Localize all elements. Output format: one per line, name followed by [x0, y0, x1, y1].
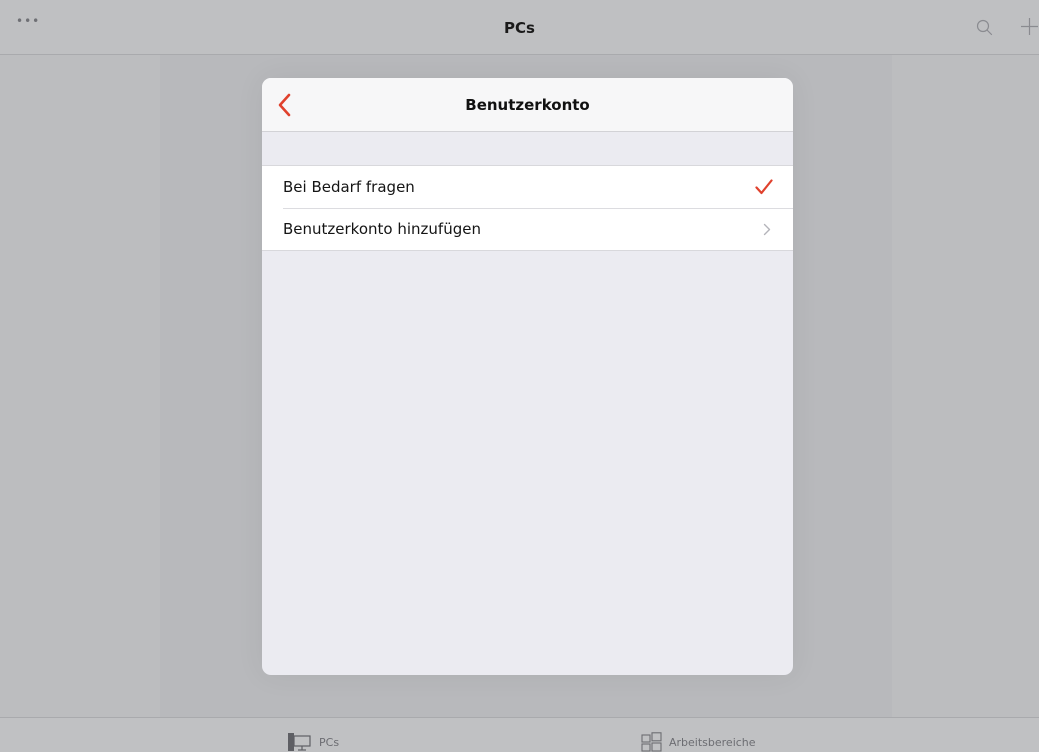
sheet-header: Benutzerkonto	[262, 78, 793, 132]
tab-workspaces[interactable]: Arbeitsbereiche	[641, 732, 756, 752]
chevron-right-icon	[763, 223, 771, 236]
user-account-sheet: Benutzerkonto Bei Bedarf fragen Benutzer…	[262, 78, 793, 675]
plus-icon[interactable]	[1020, 17, 1039, 36]
sheet-title: Benutzerkonto	[465, 96, 590, 114]
option-label: Benutzerkonto hinzufügen	[283, 220, 481, 238]
option-add-user-account[interactable]: Benutzerkonto hinzufügen	[262, 208, 793, 250]
account-options-list: Bei Bedarf fragen Benutzerkonto hinzufüg…	[262, 165, 793, 251]
search-icon[interactable]	[976, 19, 993, 36]
workspaces-icon	[641, 732, 662, 752]
tab-workspaces-label: Arbeitsbereiche	[669, 735, 756, 749]
tab-bar: PCs Arbeitsbereiche	[0, 717, 1039, 752]
tab-pcs[interactable]: PCs	[287, 732, 339, 752]
option-label: Bei Bedarf fragen	[283, 178, 415, 196]
checkmark-icon	[755, 179, 773, 195]
tab-pcs-label: PCs	[319, 735, 340, 749]
pcs-icon	[288, 733, 311, 751]
app-toolbar: ••• PCs	[0, 0, 1039, 55]
option-ask-when-needed[interactable]: Bei Bedarf fragen	[262, 166, 793, 208]
page-title: PCs	[504, 19, 535, 37]
